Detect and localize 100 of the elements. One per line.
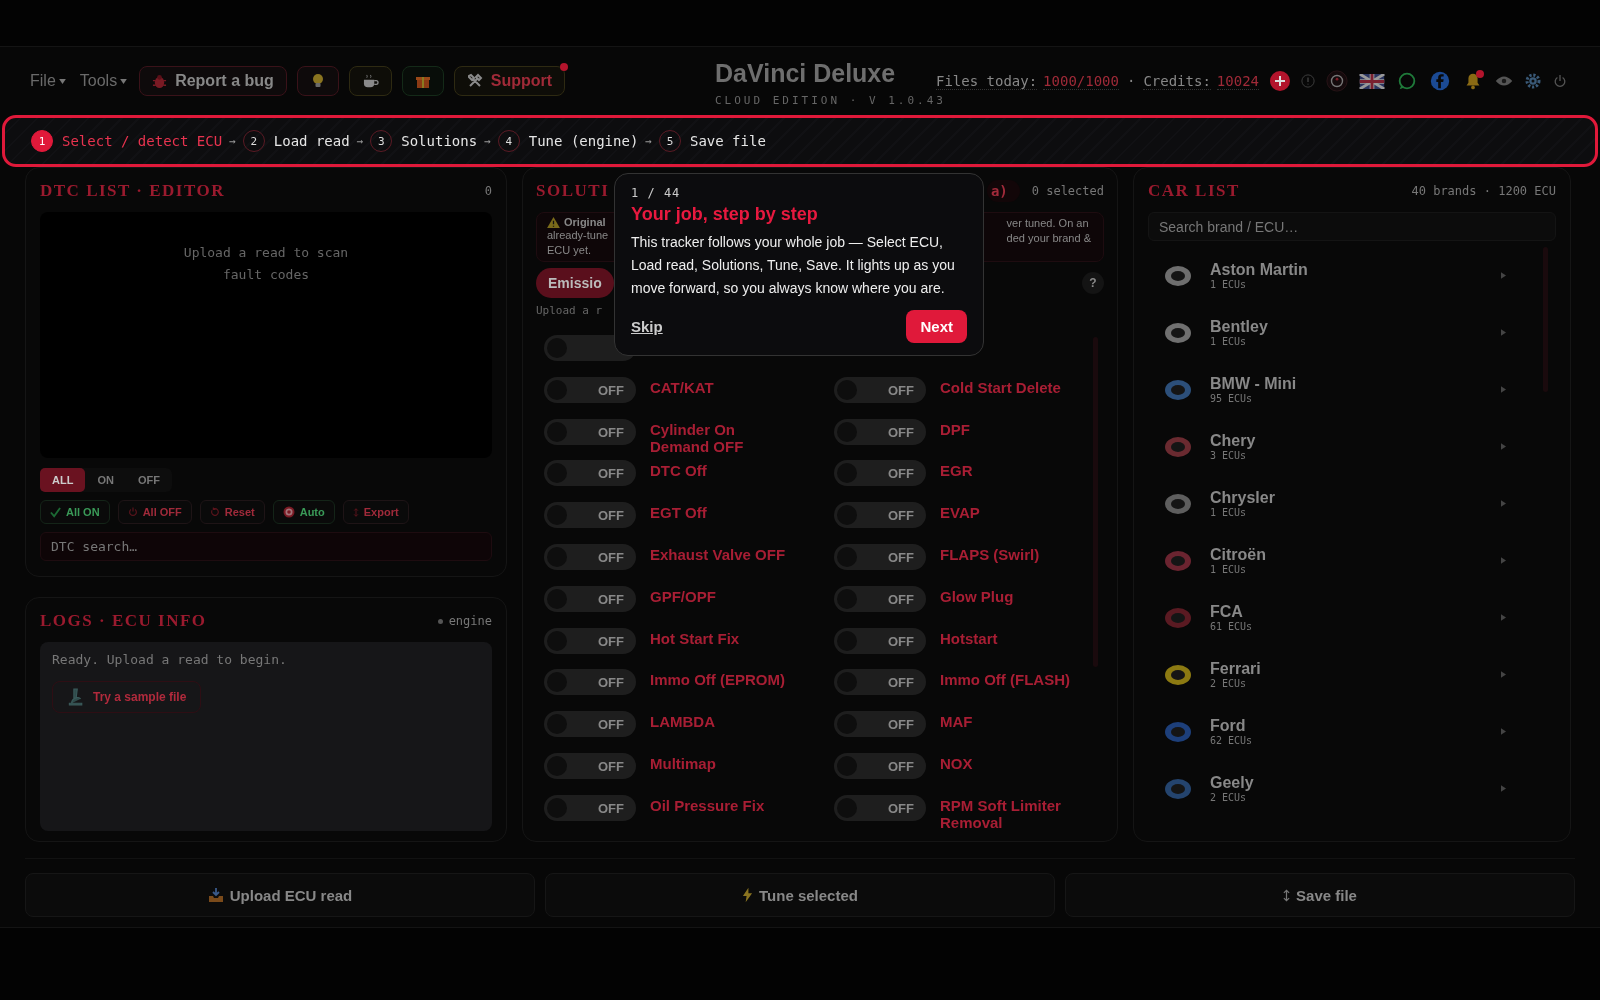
brand-name: Aston Martin [1210, 261, 1309, 279]
save-button[interactable]: Save file [1065, 873, 1575, 917]
flag-icon[interactable] [1359, 73, 1385, 89]
chevron-icon [1501, 614, 1506, 621]
solution-name: FLAPS (Swirl) [940, 546, 1041, 563]
reset-button[interactable]: Reset [199, 500, 265, 524]
toggle-switch[interactable]: OFF [834, 502, 926, 529]
panel-title: DTC LIST · EDITOR [40, 181, 226, 201]
dtc-search-field[interactable]: DTC search… [40, 532, 492, 561]
brand-item[interactable]: Bentley 1 ECUs [1148, 304, 1556, 361]
step-item[interactable]: 3 Solutions [370, 130, 478, 152]
skip-link[interactable]: Skip [631, 318, 663, 335]
all-on-button[interactable]: All ON [40, 500, 110, 524]
toggle-switch[interactable]: OFF [544, 669, 636, 696]
toggle-switch[interactable]: OFF [544, 460, 636, 487]
step-item[interactable]: 1 Select / detect ECU [31, 130, 223, 152]
step-number: 1 [31, 130, 53, 152]
module-tag: engine [448, 614, 492, 628]
add-credits-button[interactable] [1270, 71, 1290, 91]
toggle-switch[interactable]: OFF [544, 585, 636, 612]
solution-name: Exhaust Valve OFF [650, 546, 787, 563]
files-today-value: 1000/1000 [1043, 72, 1119, 90]
filter-option[interactable]: ALL [40, 468, 86, 492]
toggle-switch[interactable]: OFF [544, 544, 636, 570]
panel-title: LOGS · ECU INFO [40, 611, 207, 631]
solution-name: Glow Plug [940, 587, 1015, 605]
brand-item[interactable]: BMW - Mini 95 ECUs [1148, 361, 1556, 418]
tune-button[interactable]: Tune selected [545, 873, 1055, 917]
toggle-switch[interactable]: OFF [544, 711, 636, 738]
toggle-switch[interactable]: OFF [544, 627, 636, 654]
toggle-switch[interactable]: OFF [834, 585, 926, 612]
eye-icon[interactable] [1495, 75, 1513, 87]
toggle-switch[interactable]: OFF [834, 544, 926, 570]
toggle-switch[interactable]: OFF [834, 627, 926, 654]
toggle-switch[interactable]: OFF [834, 376, 926, 403]
bulb-button[interactable] [296, 66, 339, 96]
inbox-icon [207, 887, 224, 903]
category-tab[interactable]: Emissio [536, 268, 614, 298]
warning-icon [547, 216, 560, 228]
toggle-switch[interactable]: OFF [834, 711, 926, 738]
toggle-switch[interactable]: OFF [834, 752, 926, 779]
brand-name: Ferrari [1210, 660, 1262, 678]
auto-button[interactable]: Auto [272, 500, 335, 524]
toggle-switch[interactable]: OFF [544, 418, 636, 445]
filter-option[interactable]: OFF [125, 468, 172, 492]
toggle-switch[interactable]: OFF [544, 752, 636, 779]
solution-name: Hot Start Fix [650, 629, 741, 647]
brand-item[interactable]: Ford 62 ECUs [1148, 703, 1556, 760]
upload-button[interactable]: Upload ECU read [25, 873, 535, 917]
empty-message: Upload a read to scan fault codes [182, 244, 350, 284]
step-item[interactable]: 4 Tune (engine) [497, 130, 639, 152]
try-sample-button[interactable]: Try a sample file [52, 681, 202, 713]
chevron-icon [1501, 272, 1506, 279]
selected-count: 0 selected [1031, 184, 1104, 198]
brand-item[interactable]: Aston Martin 1 ECUs [1148, 247, 1556, 304]
support-button[interactable]: Support [453, 66, 566, 96]
solution-name: EVAP [940, 504, 981, 522]
solution-name: Cold Start Delete [940, 378, 1062, 396]
bug-icon [152, 73, 168, 89]
chat-icon[interactable] [1396, 70, 1418, 92]
filter-option[interactable]: ON [85, 468, 126, 492]
toggle-switch[interactable]: OFF [544, 376, 636, 403]
toggle-switch[interactable]: OFF [834, 418, 926, 445]
toggle-switch[interactable]: OFF [544, 794, 636, 821]
cup-button[interactable] [348, 66, 392, 96]
menu-item[interactable]: File [28, 70, 68, 92]
caret-icon [120, 78, 128, 84]
solution-name: Multimap [650, 754, 717, 772]
toggle-switch[interactable]: OFF [834, 794, 926, 821]
help-button[interactable]: ? [1082, 272, 1104, 294]
toggle-switch[interactable]: OFF [834, 669, 926, 696]
toggle-switch[interactable]: OFF [834, 460, 926, 487]
chevron-icon [1501, 557, 1506, 564]
facebook-icon[interactable] [1429, 70, 1451, 92]
settings-icon[interactable] [1524, 72, 1542, 90]
brand-item[interactable]: FCA 61 ECUs [1148, 589, 1556, 646]
chevron-icon [1501, 728, 1506, 735]
solution-name: Hotstart [940, 629, 999, 647]
next-button[interactable]: Next [906, 310, 967, 343]
brand-item[interactable]: Citroën 1 ECUs [1148, 532, 1556, 589]
brand-item[interactable]: Chrysler 1 ECUs [1148, 475, 1556, 532]
step-item[interactable]: 2 Load read [242, 130, 350, 152]
export-button[interactable]: Export [342, 500, 409, 524]
ecu-count: 3 ECUs [1210, 450, 1248, 461]
solution-name: EGT Off [650, 504, 708, 522]
brand-search-field[interactable]: Search brand / ECU… [1148, 212, 1556, 241]
brand-name: FCA [1210, 603, 1244, 621]
brand-item[interactable]: Chery 3 ECUs [1148, 418, 1556, 475]
power-icon[interactable] [1553, 74, 1567, 88]
log-message: Ready. Upload a read to begin. [52, 652, 287, 667]
report-bug-button[interactable]: Report a bug [139, 66, 287, 96]
brand-item[interactable]: Ferrari 2 ECUs [1148, 646, 1556, 703]
all-off-button[interactable]: All OFF [117, 500, 192, 524]
caret-icon [58, 78, 66, 84]
toggle-switch[interactable]: OFF [544, 502, 636, 529]
menu-item[interactable]: Tools [77, 70, 130, 92]
brand-item[interactable]: Geely 2 ECUs [1148, 760, 1556, 817]
gift-button[interactable] [401, 66, 444, 96]
step-item[interactable]: 5 Save file [658, 130, 766, 152]
brand-name: Bentley [1210, 318, 1269, 336]
